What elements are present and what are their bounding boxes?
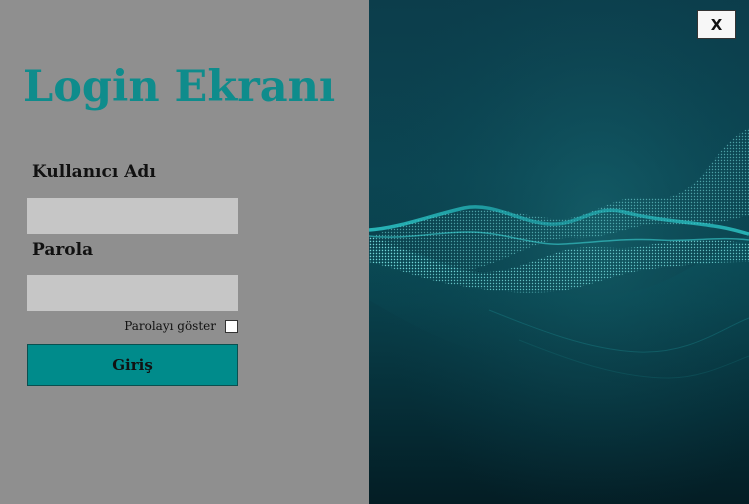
username-label: Kullanıcı Adı <box>32 162 156 182</box>
show-password-checkbox[interactable] <box>225 319 238 333</box>
close-button[interactable]: X <box>697 10 736 39</box>
password-label: Parola <box>32 240 94 260</box>
show-password-label: Parolayı göster <box>124 319 216 333</box>
particle-wave-image <box>369 0 749 504</box>
password-field[interactable] <box>27 275 238 311</box>
background-art-panel <box>369 0 749 504</box>
show-password-toggle[interactable]: Parolayı göster <box>110 318 238 334</box>
page-title: Login Ekranı <box>23 62 336 112</box>
login-panel: Login Ekranı Kullanıcı Adı Parola Parola… <box>0 0 369 504</box>
login-window: Login Ekranı Kullanıcı Adı Parola Parola… <box>0 0 749 504</box>
username-field[interactable] <box>27 198 238 234</box>
login-button[interactable]: Giriş <box>27 344 238 386</box>
